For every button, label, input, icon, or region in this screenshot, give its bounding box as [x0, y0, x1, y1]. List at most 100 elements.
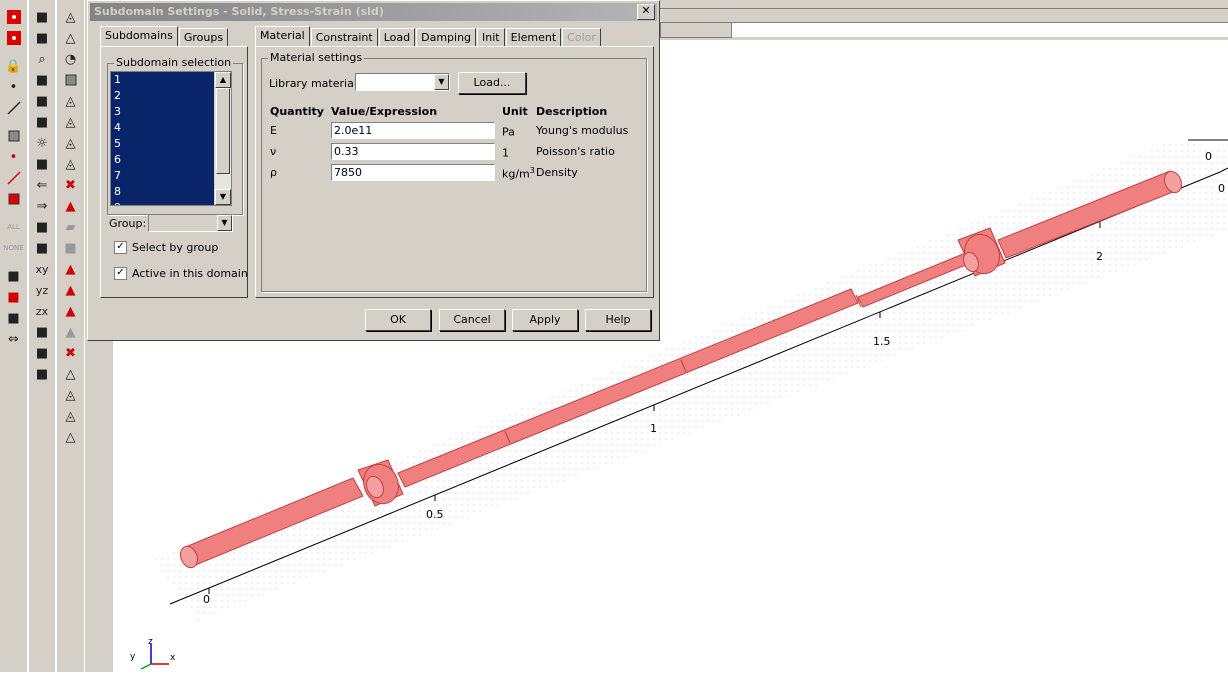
select-by-group-checkbox[interactable]: ✓ Select by group [114, 241, 218, 254]
lasso-icon[interactable]: ■ [31, 91, 53, 111]
refine-selected-icon[interactable]: ◬ [60, 112, 82, 132]
cancel-button[interactable]: Cancel [439, 309, 505, 331]
view-yz-icon[interactable]: yz [31, 280, 53, 300]
tab-load[interactable]: Load [378, 28, 416, 47]
list-item[interactable]: 4 [111, 120, 231, 136]
checkmark-icon[interactable]: ✓ [114, 267, 127, 280]
group-select[interactable]: ▼ [148, 214, 233, 232]
restart-icon[interactable]: ▰ [60, 217, 82, 237]
point-icon[interactable]: • [3, 77, 25, 97]
tab-material[interactable]: Material [255, 26, 310, 47]
zoom-extents-icon[interactable]: ■ [31, 343, 53, 363]
solver-manager-icon[interactable]: ■ [60, 238, 82, 258]
chevron-down-icon[interactable]: ▼ [217, 215, 232, 231]
checkmark-icon[interactable]: ✓ [114, 241, 127, 254]
ok-button[interactable]: OK [365, 309, 431, 331]
view-xy-icon[interactable]: xy [31, 259, 53, 279]
list-item[interactable]: 6 [111, 152, 231, 168]
light-icon[interactable]: ☼ [31, 133, 53, 153]
lock-icon[interactable]: 🔒 [3, 56, 25, 76]
row-quantity: E [270, 124, 277, 137]
point-red-icon[interactable]: • [3, 147, 25, 167]
mesh-icon[interactable]: ◬ [60, 7, 82, 27]
chevron-down-icon[interactable]: ▼ [434, 74, 449, 90]
rotate-view-icon[interactable]: ■ [3, 266, 25, 286]
boundary-icon[interactable] [3, 126, 25, 146]
list-item[interactable]: 9 [111, 200, 231, 205]
select-none-icon[interactable]: NONE [3, 238, 25, 258]
pan-icon[interactable]: ■ [31, 28, 53, 48]
back-arrow-icon[interactable]: ⇐ [31, 175, 53, 195]
edge-icon[interactable] [3, 98, 25, 118]
tab-groups[interactable]: Groups [178, 28, 229, 47]
list-item[interactable]: 1 [111, 72, 231, 88]
library-material-select[interactable]: ▼ [355, 73, 450, 91]
list-item[interactable]: 8 [111, 184, 231, 200]
zoom-icon[interactable]: ⌕ [31, 49, 53, 69]
geometry-icon[interactable] [3, 28, 25, 48]
plot-icon[interactable]: ▲ [60, 301, 82, 321]
solid-view-icon[interactable]: ■ [31, 238, 53, 258]
scroll-thumb[interactable] [216, 88, 230, 174]
boundary-red-icon[interactable] [3, 189, 25, 209]
stop-icon[interactable]: ▲ [60, 280, 82, 300]
tab-color[interactable]: Color [562, 28, 601, 47]
dialog-titlebar[interactable]: Subdomain Settings - Solid, Stress-Strai… [90, 3, 657, 21]
list-item[interactable]: 3 [111, 104, 231, 120]
tab-element[interactable]: Element [505, 28, 562, 47]
solve-icon[interactable]: ▲ [60, 196, 82, 216]
zoom-box-icon[interactable]: ■ [31, 364, 53, 384]
tab-constraint[interactable]: Constraint [310, 28, 378, 47]
active-in-domain-checkbox[interactable]: ✓ Active in this domain [114, 267, 248, 280]
orbit-icon[interactable]: ■ [31, 70, 53, 90]
cross-section-icon[interactable]: △ [60, 427, 82, 447]
swept-icon[interactable]: ◔ [60, 49, 82, 69]
scroll-down-icon[interactable]: ▼ [215, 189, 231, 205]
axes-icon[interactable]: ■ [31, 322, 53, 342]
mesh-quality-icon[interactable]: ◬ [60, 385, 82, 405]
view-zx-icon[interactable]: zx [31, 301, 53, 321]
gray-plot-icon[interactable]: ▲ [60, 322, 82, 342]
animate-icon[interactable]: ✖ [60, 343, 82, 363]
row-value-field[interactable]: 0.33 [331, 143, 495, 160]
scene-icon[interactable]: ■ [31, 154, 53, 174]
edge-red-icon[interactable] [3, 168, 25, 188]
material-settings-label: Material settings [268, 51, 365, 64]
header-quantity: Quantity [270, 105, 324, 118]
tab-damping[interactable]: Damping [416, 28, 477, 47]
list-item[interactable]: 2 [111, 88, 231, 104]
copy-mesh-icon[interactable]: ◬ [60, 154, 82, 174]
row-description: Young's modulus [536, 124, 629, 137]
left-tabs: Subdomains Groups [100, 26, 229, 47]
subdomain-listbox[interactable]: 123456789 ▲ ▼ [110, 71, 232, 206]
measure-icon[interactable]: ⇔ [3, 329, 25, 349]
help-button[interactable]: Help [585, 309, 651, 331]
row-value-field[interactable]: 2.0e11 [331, 122, 495, 139]
boundary-mesh-icon[interactable] [60, 70, 82, 90]
mesh-statistics-icon[interactable]: ◬ [60, 133, 82, 153]
triangle-icon[interactable]: △ [60, 28, 82, 48]
mesh-view-icon[interactable]: ◬ [60, 406, 82, 426]
import-icon[interactable]: ■ [3, 308, 25, 328]
export-icon[interactable]: ■ [3, 287, 25, 307]
tab-init[interactable]: Init [477, 28, 505, 47]
undo-rotate-icon[interactable]: ■ [31, 7, 53, 27]
parametric-icon[interactable]: ▲ [60, 259, 82, 279]
listbox-scrollbar[interactable]: ▲ ▼ [214, 72, 231, 205]
delete-mesh-icon[interactable]: ✖ [60, 175, 82, 195]
magic-icon[interactable]: ■ [31, 112, 53, 132]
postprocess-icon[interactable]: △ [60, 364, 82, 384]
row-value-field[interactable]: 7850 [331, 164, 495, 181]
list-item[interactable]: 7 [111, 168, 231, 184]
close-button[interactable]: ✕ [637, 4, 655, 20]
wireframe-icon[interactable]: ■ [31, 217, 53, 237]
apply-button[interactable]: Apply [512, 309, 578, 331]
select-all-icon[interactable]: ALL [3, 217, 25, 237]
list-item[interactable]: 5 [111, 136, 231, 152]
forward-arrow-icon[interactable]: ⇒ [31, 196, 53, 216]
tab-subdomains[interactable]: Subdomains [100, 26, 178, 47]
draw-mode-icon[interactable] [3, 7, 25, 27]
load-button[interactable]: Load... [458, 72, 526, 94]
refine-icon[interactable]: ◬ [60, 91, 82, 111]
scroll-up-icon[interactable]: ▲ [215, 72, 231, 88]
